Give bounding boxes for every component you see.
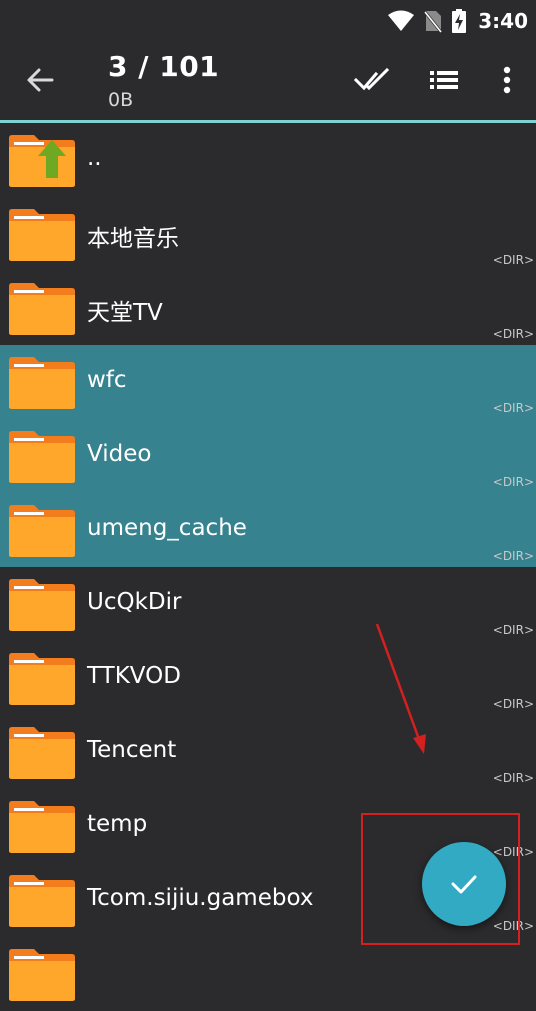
- selection-size: 0B: [108, 89, 134, 111]
- file-list-row[interactable]: wfc <DIR>: [0, 345, 536, 419]
- file-list-row[interactable]: 本地音乐 <DIR>: [0, 197, 536, 271]
- file-list-row[interactable]: umeng_cache <DIR>: [0, 493, 536, 567]
- file-name: TTKVOD: [87, 663, 181, 689]
- file-name: temp: [87, 811, 148, 837]
- status-bar: 3:40: [0, 0, 536, 42]
- file-type-label: <DIR>: [492, 253, 534, 267]
- status-time: 3:40: [478, 9, 528, 33]
- file-name: wfc: [87, 367, 127, 393]
- file-list-row[interactable]: 天堂TV <DIR>: [0, 271, 536, 345]
- status-icons: 3:40: [388, 8, 528, 34]
- file-type-label: <DIR>: [492, 549, 534, 563]
- file-type-label: <DIR>: [492, 327, 534, 341]
- folder-icon: [9, 875, 75, 927]
- file-type-label: <DIR>: [492, 401, 534, 415]
- file-name: 本地音乐: [87, 226, 179, 252]
- file-name: Tencent: [87, 737, 177, 763]
- folder-icon: [9, 579, 75, 631]
- double-check-icon[interactable]: [354, 62, 390, 98]
- file-name: ..: [87, 145, 102, 171]
- list-view-icon[interactable]: [426, 62, 462, 98]
- file-name: Video: [87, 441, 152, 467]
- file-list-row[interactable]: [0, 937, 536, 1011]
- folder-icon: [9, 653, 75, 705]
- file-name: 天堂TV: [87, 300, 163, 326]
- folder-icon: [9, 505, 75, 557]
- file-name: UcQkDir: [87, 589, 182, 615]
- more-vert-icon[interactable]: [489, 62, 525, 98]
- file-list-row[interactable]: Video <DIR>: [0, 419, 536, 493]
- no-sim-icon: [424, 11, 443, 33]
- file-type-label: <DIR>: [492, 475, 534, 489]
- file-type-label: <DIR>: [492, 623, 534, 637]
- folder-up-icon: [9, 135, 75, 187]
- selection-count: 3 / 101: [108, 50, 220, 83]
- file-list-row[interactable]: UcQkDir <DIR>: [0, 567, 536, 641]
- folder-icon: [9, 431, 75, 483]
- folder-icon: [9, 949, 75, 1001]
- file-list-row[interactable]: ..: [0, 123, 536, 197]
- file-list-row[interactable]: TTKVOD <DIR>: [0, 641, 536, 715]
- folder-icon: [9, 283, 75, 335]
- folder-icon: [9, 727, 75, 779]
- file-name: umeng_cache: [87, 515, 247, 541]
- toolbar: 3 / 101 0B: [0, 42, 536, 120]
- folder-icon: [9, 357, 75, 409]
- file-list-row[interactable]: Tencent <DIR>: [0, 715, 536, 789]
- file-type-label: <DIR>: [492, 697, 534, 711]
- file-type-label: <DIR>: [492, 771, 534, 785]
- wifi-icon: [388, 10, 415, 31]
- folder-icon: [9, 801, 75, 853]
- file-name: Tcom.sijiu.gamebox: [87, 885, 314, 911]
- arrow-left-icon[interactable]: [22, 62, 58, 98]
- folder-icon: [9, 209, 75, 261]
- annotation-highlight-box: [361, 813, 520, 945]
- battery-charging-icon: [452, 9, 467, 33]
